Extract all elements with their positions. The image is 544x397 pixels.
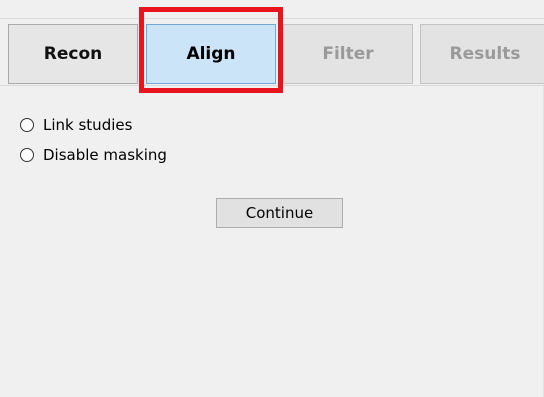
radio-link-studies[interactable]: Link studies [20,113,132,137]
continue-button[interactable]: Continue [216,198,343,228]
tab-recon-label: Recon [43,44,103,64]
radio-button[interactable] [20,148,34,162]
tab-results: Results [420,24,544,84]
tab-align-label: Align [186,44,236,64]
tab-recon[interactable]: Recon [8,24,138,84]
tab-filter-label: Filter [322,44,374,64]
tab-results-label: Results [449,44,521,64]
radio-disable-masking-label: Disable masking [43,146,167,164]
app-window: Recon Align Filter Results Link studies … [0,0,544,397]
radio-link-studies-label: Link studies [43,116,133,134]
radio-disable-masking[interactable]: Disable masking [20,143,167,167]
continue-button-label: Continue [245,204,314,222]
radio-button[interactable] [20,118,34,132]
tab-filter: Filter [283,24,413,84]
tab-align[interactable]: Align [146,24,276,84]
